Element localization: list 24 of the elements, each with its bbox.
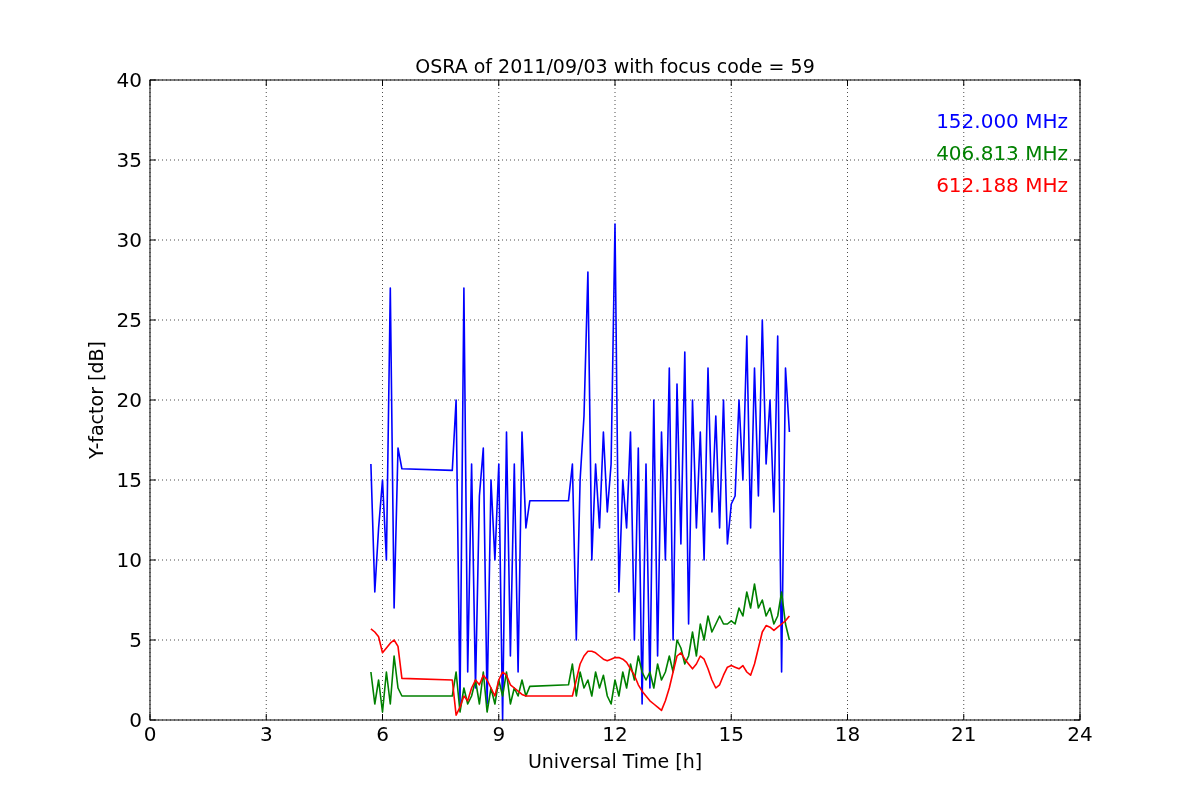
x-tick-label: 15 — [718, 722, 744, 746]
y-axis-label: Y-factor [dB] — [85, 341, 107, 459]
x-tick-label: 21 — [951, 722, 977, 746]
x-tick-label: 24 — [1067, 722, 1093, 746]
y-tick-label: 35 — [116, 148, 142, 172]
y-tick-label: 40 — [116, 68, 142, 92]
y-tick-label: 15 — [116, 468, 142, 492]
y-tick-label: 0 — [129, 708, 142, 732]
legend-label: 406.813 MHz — [936, 141, 1068, 165]
legend-label: 152.000 MHz — [936, 109, 1068, 133]
x-axis-label: Universal Time [h] — [527, 750, 703, 772]
x-tick-label: 18 — [834, 722, 861, 746]
y-tick-label: 10 — [116, 548, 142, 572]
chart-title: OSRA of 2011/09/03 with focus code = 59 — [415, 55, 815, 77]
legend-label: 612.188 MHz — [936, 173, 1068, 197]
y-tick-label: 30 — [116, 228, 142, 252]
x-tick-label: 12 — [602, 722, 628, 746]
x-tick-label: 0 — [143, 722, 157, 746]
x-tick-label: 6 — [376, 722, 389, 746]
y-tick-label: 5 — [129, 628, 142, 652]
x-tick-label: 9 — [492, 722, 506, 746]
y-tick-label: 25 — [116, 308, 142, 332]
y-tick-label: 20 — [116, 388, 142, 412]
x-tick-label: 3 — [259, 722, 273, 746]
